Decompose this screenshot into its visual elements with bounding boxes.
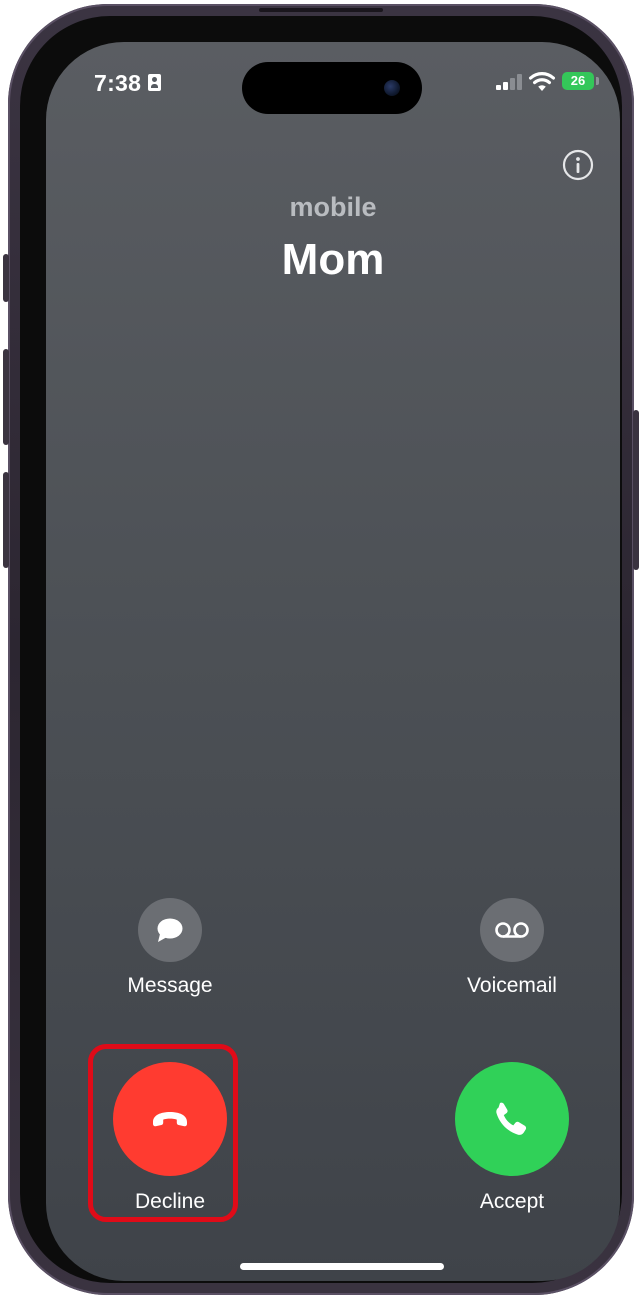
wifi-icon [529,72,555,91]
volume-down-button [3,472,9,568]
caller-name: Mom [281,235,385,284]
side-power-button [633,410,639,570]
phone-frame: 7:38 26 mobile Mom Message Voicemail Dec… [3,4,639,1295]
screen-bezel: 7:38 26 mobile Mom Message Voicemail Dec… [20,16,622,1283]
message-label: Message [127,974,213,997]
voicemail-button[interactable]: Voicemail [432,898,592,998]
message-button[interactable]: Message [90,898,250,998]
message-bubble-icon [157,918,183,942]
top-edge-speaker [259,8,383,12]
voicemail-label: Voicemail [467,974,557,997]
battery-level: 26 [570,73,586,88]
decline-highlight-annotation [88,1044,238,1222]
volume-up-button [3,349,9,445]
status-time: 7:38 [94,70,142,96]
caller-number-label: mobile [289,192,377,222]
message-circle[interactable] [138,898,202,962]
action-button [3,254,9,302]
contact-card-icon [148,74,161,91]
voicemail-icon [495,922,529,938]
accept-circle[interactable] [455,1062,569,1176]
battery-indicator: 26 [562,72,594,90]
cellular-signal-icon [496,74,522,90]
accept-button[interactable]: Accept [432,1062,592,1214]
front-camera [384,80,400,96]
battery-tip [596,77,599,85]
info-circle-icon[interactable] [562,149,594,181]
voicemail-circle[interactable] [480,898,544,962]
home-indicator[interactable] [240,1263,444,1270]
accept-label: Accept [479,1190,545,1213]
dynamic-island [242,62,422,114]
incoming-call-screen: 7:38 26 mobile Mom Message Voicemail Dec… [46,42,620,1281]
phone-icon [496,1102,527,1135]
